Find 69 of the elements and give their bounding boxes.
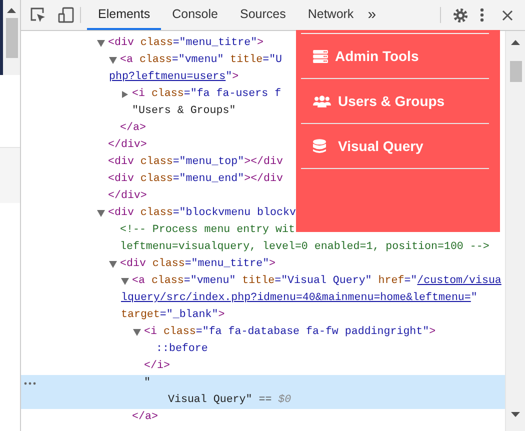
- dom-node[interactable]: <!-- Process menu entry wit leftmenu=visualquery, level=0 enabled=1, position=100 -->: [21, 222, 490, 256]
- code-line: </a>: [120, 121, 146, 136]
- code-line: </div>: [108, 189, 147, 204]
- devtools-tab[interactable]: Console: [161, 0, 229, 30]
- settings-icon[interactable]: [453, 8, 468, 22]
- code-line: <div class="menu_end"></div: [108, 172, 283, 187]
- dom-node[interactable]: </a>: [21, 409, 158, 426]
- code-line: "Users & Groups": [132, 104, 236, 119]
- dom-node[interactable]: <div class="menu_titre">: [21, 35, 264, 52]
- scroll-thumb[interactable]: [510, 61, 522, 82]
- collapse-arrow-icon[interactable]: [109, 261, 117, 268]
- dom-node[interactable]: ::before: [21, 341, 208, 358]
- dom-node[interactable]: <div class="menu_end"></div: [21, 171, 283, 188]
- server-icon: [313, 50, 328, 62]
- devtools-tab[interactable]: Network: [296, 0, 365, 30]
- dom-node[interactable]: <div class="menu_titre">: [21, 256, 276, 273]
- code-line: <!-- Process menu entry wit: [120, 223, 295, 238]
- code-line: <div class="menu_top"></div: [108, 155, 283, 170]
- more-icon[interactable]: [24, 382, 36, 385]
- dom-node[interactable]: <i class="fa fa-users f: [21, 86, 282, 103]
- dom-node[interactable]: </div>: [21, 137, 147, 154]
- devtools-tab[interactable]: Elements: [87, 0, 162, 30]
- scrollbar[interactable]: [3, 0, 20, 75]
- dom-node[interactable]: </i>: [21, 358, 170, 375]
- scroll-up-icon[interactable]: [511, 40, 520, 45]
- code-line: leftmenu=visualquery, level=0 enabled=1, position=100 -->: [120, 240, 490, 255]
- collapse-arrow-icon[interactable]: [109, 57, 117, 64]
- dom-node[interactable]: <a class="vmenu" title="Visual Query" href="/custom/visua lquery/src/index.php?idmenu=40&mainmenu=home&leftmenu=" target="_blank">: [21, 273, 502, 324]
- device-icon[interactable]: [58, 7, 74, 23]
- dom-node[interactable]: <i class="fa fa-database fa-fw paddingright">: [21, 324, 436, 341]
- database-icon: [313, 138, 326, 154]
- code-line: <i class="fa fa-users f: [132, 87, 282, 102]
- collapse-arrow-icon[interactable]: [121, 278, 129, 285]
- collapse-arrow-icon[interactable]: [133, 329, 141, 336]
- dom-node[interactable]: </div>: [21, 188, 147, 205]
- scroll-up-icon[interactable]: [7, 8, 16, 13]
- code-line: ::before: [156, 342, 208, 357]
- dom-node[interactable]: <div class="menu_top"></div: [21, 154, 283, 171]
- code-line: <a class="vmenu" title="U: [120, 53, 282, 68]
- code-line: target="_blank">: [121, 308, 225, 323]
- code-line: </div>: [108, 138, 147, 153]
- users-icon: [313, 94, 331, 108]
- code-line: <a class="vmenu" title="Visual Query" href="/custom/visua: [132, 274, 502, 289]
- code-line: <i class="fa fa-database fa-fw paddingright">: [144, 325, 436, 340]
- menu-icon[interactable]: [480, 8, 484, 22]
- collapse-arrow-icon[interactable]: [97, 210, 105, 217]
- scroll-thumb[interactable]: [6, 18, 18, 58]
- code-line: lquery/src/index.php?idmenu=40&mainmenu=home&leftmenu=": [121, 291, 478, 306]
- dom-node[interactable]: <a class="vmenu" title="U php?leftmenu=users">: [21, 52, 282, 86]
- scrollbar[interactable]: [505, 31, 525, 431]
- scroll-down-icon[interactable]: [511, 412, 520, 417]
- inspect-icon[interactable]: [30, 7, 46, 23]
- dom-node[interactable]: " Visual Query" == $0: [21, 375, 505, 409]
- expand-arrow-icon[interactable]: [121, 91, 129, 98]
- code-line: <div class="menu_titre">: [120, 257, 276, 272]
- code-line: <div class="blockvmenu blockv: [108, 206, 296, 221]
- close-icon[interactable]: [502, 10, 513, 20]
- code-line: ": [144, 376, 150, 391]
- dom-node[interactable]: </a>: [21, 120, 146, 137]
- dom-node[interactable]: <div class="blockvmenu blockv: [21, 205, 296, 222]
- code-line: Visual Query" == $0: [168, 393, 292, 408]
- code-line: </i>: [144, 359, 170, 374]
- collapse-arrow-icon[interactable]: [97, 40, 105, 47]
- devtools-tab[interactable]: Sources: [228, 0, 297, 30]
- code-line: <div class="menu_titre">: [108, 36, 264, 51]
- code-line: </a>: [132, 410, 158, 425]
- code-line: php?leftmenu=users">: [109, 70, 239, 85]
- dom-node[interactable]: "Users & Groups": [21, 103, 236, 120]
- more-tabs-button[interactable]: »: [366, 0, 378, 30]
